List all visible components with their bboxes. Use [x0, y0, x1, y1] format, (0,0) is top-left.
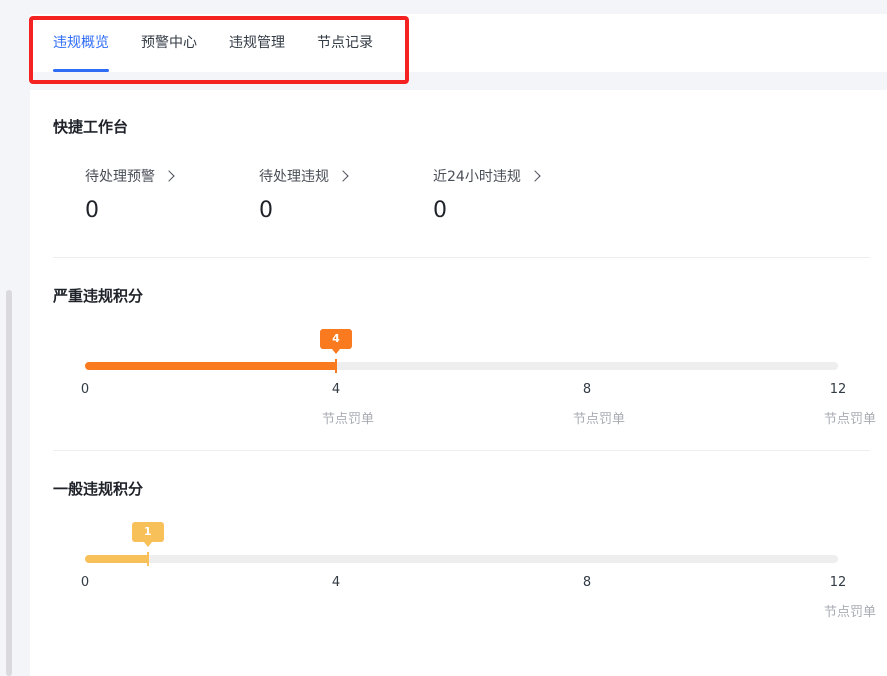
- quick-label-text: 待处理违规: [259, 169, 329, 185]
- track-fill: [85, 555, 148, 563]
- current-marker: [146, 552, 149, 566]
- vertical-scrollbar[interactable]: [6, 290, 12, 676]
- tab-violation-management[interactable]: 违规管理: [229, 14, 285, 72]
- tick-value: 12: [829, 382, 847, 397]
- chevron-right-icon: [337, 170, 349, 182]
- tick-caption: 节点罚单: [321, 412, 374, 427]
- quick-label-24h-violations[interactable]: 近24小时违规: [433, 166, 593, 186]
- tab-bar: 违规概览 预警中心 违规管理 节点记录: [30, 14, 887, 72]
- tab-node-records[interactable]: 节点记录: [317, 14, 373, 72]
- divider: [53, 450, 870, 451]
- general-score-title: 一般违规积分: [53, 480, 144, 498]
- tick-value: 8: [582, 575, 592, 590]
- quick-label-pending-violations[interactable]: 待处理违规: [259, 166, 419, 186]
- tick-value: 0: [80, 575, 90, 590]
- track-fill: [85, 362, 336, 370]
- tick-value: 12: [829, 575, 847, 590]
- quick-item-pending-violations[interactable]: 待处理违规 0: [259, 166, 419, 223]
- current-value-bubble: 1: [131, 522, 164, 547]
- severe-score-title: 严重违规积分: [53, 287, 144, 305]
- divider: [53, 257, 870, 258]
- tick-caption: 节点罚单: [823, 412, 876, 427]
- chevron-right-icon: [163, 170, 175, 182]
- quick-workbench-title: 快捷工作台: [53, 118, 129, 136]
- tab-alert-center[interactable]: 预警中心: [141, 14, 197, 72]
- tick-value: 0: [80, 382, 90, 397]
- quick-label-text: 待处理预警: [85, 169, 155, 185]
- main-card: 快捷工作台 待处理预警 0 待处理违规 0 近24小时违规 0 严重违规积分 4…: [30, 90, 887, 676]
- quick-item-pending-alerts[interactable]: 待处理预警 0: [85, 166, 245, 223]
- severe-score-track: 4 0 4 8 12 节点罚单 节点罚单 节点罚单: [81, 329, 876, 462]
- tick-caption: 节点罚单: [823, 605, 876, 620]
- tick-value: 4: [331, 575, 341, 590]
- quick-label-text: 近24小时违规: [433, 169, 521, 185]
- tab-list: 违规概览 预警中心 违规管理 节点记录: [53, 14, 405, 72]
- current-value-bubble: 4: [320, 329, 352, 354]
- track-background: [85, 555, 838, 563]
- general-score-track: 1 0 4 8 12 节点罚单: [81, 522, 876, 655]
- current-marker: [335, 359, 337, 373]
- tick-value: 4: [331, 382, 341, 397]
- quick-value-pending-alerts: 0: [85, 198, 99, 223]
- tick-caption: 节点罚单: [572, 412, 625, 427]
- quick-value-pending-violations: 0: [259, 198, 273, 223]
- quick-item-24h-violations[interactable]: 近24小时违规 0: [433, 166, 593, 223]
- quick-label-pending-alerts[interactable]: 待处理预警: [85, 166, 245, 186]
- left-scroll-rail: [0, 0, 18, 676]
- tick-value: 8: [582, 382, 592, 397]
- tab-violation-overview[interactable]: 违规概览: [53, 14, 109, 72]
- quick-value-24h-violations: 0: [433, 198, 447, 223]
- chevron-right-icon: [529, 170, 541, 182]
